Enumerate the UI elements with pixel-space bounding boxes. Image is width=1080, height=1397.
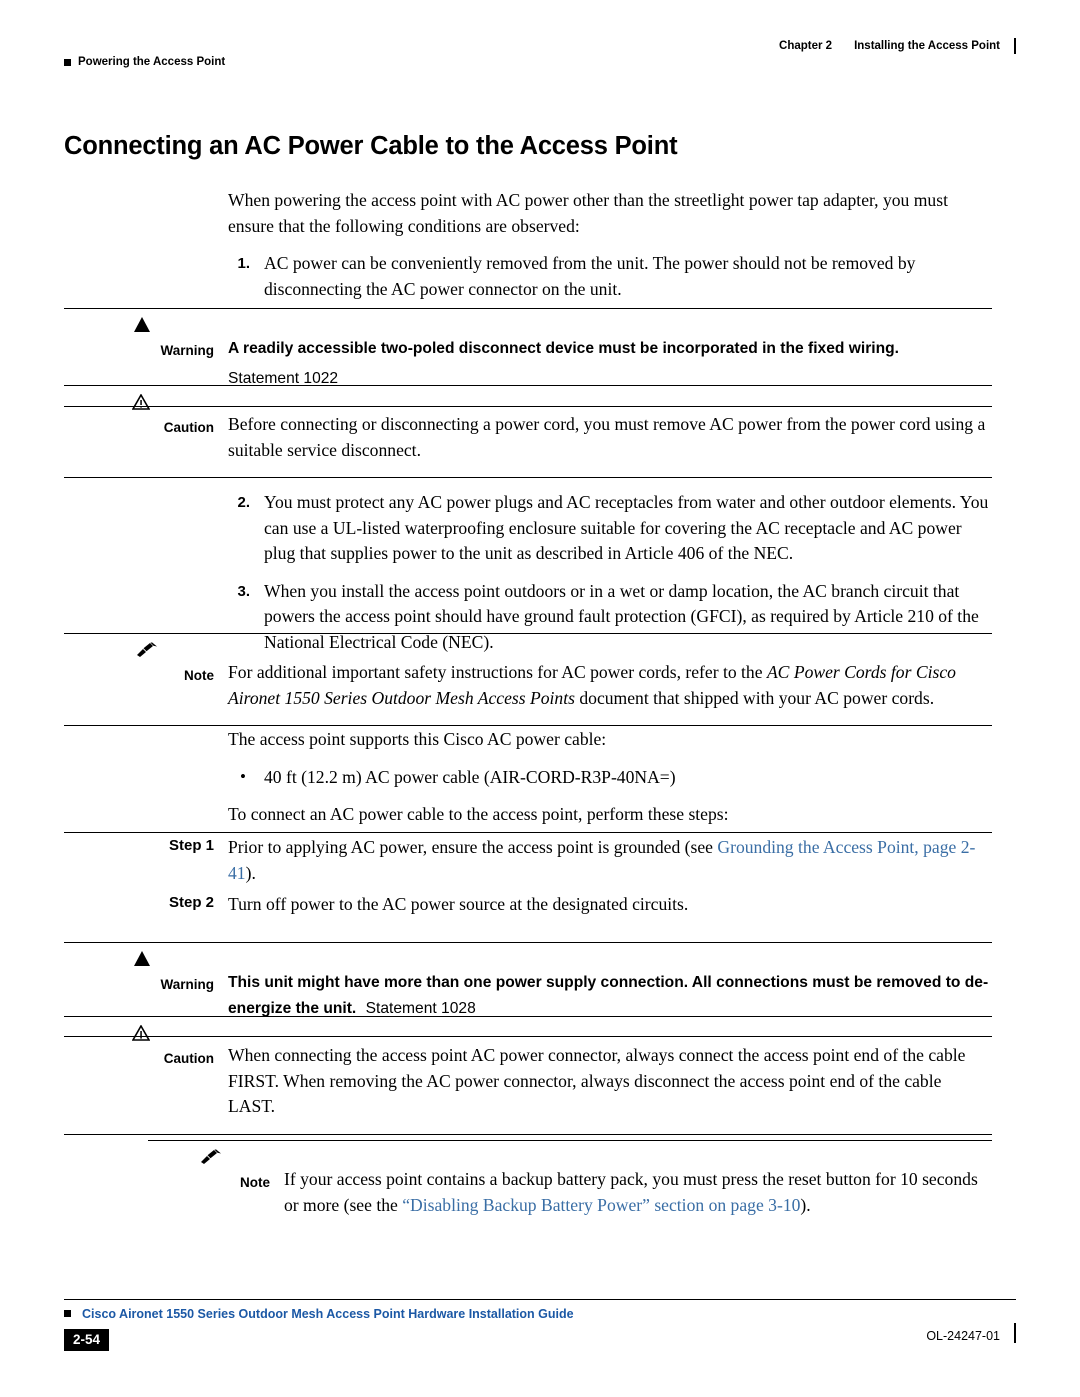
footer-doc-number: OL-24247-01 [926, 1329, 1000, 1343]
square-bullet-icon [64, 1310, 71, 1317]
footer-guide-title: Cisco Aironet 1550 Series Outdoor Mesh A… [82, 1307, 574, 1321]
caution-label: Caution [163, 1051, 214, 1066]
list-text: AC power can be conveniently removed fro… [264, 253, 916, 299]
note-pencil-icon [200, 1149, 222, 1165]
caution-text: Before connecting or disconnecting a pow… [228, 414, 986, 460]
footer-end-bar-icon [1014, 1323, 1016, 1343]
note-label: Note [240, 1175, 270, 1190]
connect-paragraph: To connect an AC power cable to the acce… [228, 804, 729, 824]
warning-text: A readily accessible two-poled disconnec… [228, 340, 899, 357]
cable-info-block: The access point supports this Cisco AC … [228, 727, 992, 828]
list-number: 2. [237, 494, 250, 511]
caution-block-1: Caution Before connecting or disconnecti… [64, 385, 992, 478]
note-block-2: Note If your access point contains a bac… [148, 1140, 992, 1232]
header-chapter-number: Chapter 2 [779, 40, 833, 52]
bullet-text: 40 ft (12.2 m) AC power cable (AIR-CORD-… [264, 766, 676, 787]
bullet-icon: • [240, 766, 246, 786]
header-left-text: Powering the Access Point [78, 56, 226, 68]
document-page: Powering the Access Point Chapter 2 Inst… [0, 0, 1080, 1397]
footer-page-number: 2-54 [64, 1329, 110, 1351]
caution-triangle-icon [132, 394, 150, 410]
step-text-part1: Prior to applying AC power, ensure the a… [228, 837, 718, 857]
page-title: Connecting an AC Power Cable to the Acce… [64, 132, 678, 160]
header-chapter-label: Chapter 2 Installing the Access Point [779, 38, 1016, 54]
divider [64, 477, 992, 478]
warning-text: This unit might have more than one power… [228, 974, 989, 1017]
step-text-part2: ). [245, 862, 256, 883]
warning-triangle-icon [134, 317, 150, 332]
divider [64, 1133, 992, 1135]
header-end-bar-icon [1014, 38, 1016, 54]
caution-label: Caution [163, 420, 214, 435]
note-text-part1: For additional important safety instruct… [228, 662, 767, 682]
note-text-part2: document that shipped with your AC power… [574, 687, 935, 708]
divider [64, 725, 992, 726]
warning-label: Warning [160, 343, 215, 358]
list-number: 3. [237, 582, 250, 600]
caution-text: When connecting the access point AC powe… [228, 1045, 966, 1116]
bullet-item: • 40 ft (12.2 m) AC power cable (AIR-COR… [228, 765, 992, 791]
intro-paragraph: When powering the access point with AC p… [228, 190, 948, 236]
note-label: Note [184, 668, 214, 683]
list-item: 1. AC power can be conveniently removed … [228, 251, 992, 302]
header-chapter-title: Installing the Access Point [854, 40, 1000, 52]
note-text-part2: ). [800, 1194, 811, 1215]
caution-block-2: Caution When connecting the access point… [64, 1016, 992, 1135]
note-block-1: Note For additional important safety ins… [64, 633, 992, 726]
divider [64, 1299, 1016, 1300]
header-section-label: Powering the Access Point [64, 56, 225, 68]
intro-block: When powering the access point with AC p… [228, 188, 992, 302]
battery-power-xref-link[interactable]: “Disabling Backup Battery Power” section… [402, 1195, 800, 1215]
warning-label: Warning [160, 977, 215, 992]
step-label: Step 1 [168, 837, 214, 854]
step-text: Turn off power to the AC power source at… [228, 894, 689, 914]
list-number: 1. [237, 255, 250, 272]
page-footer: Cisco Aironet 1550 Series Outdoor Mesh A… [64, 1299, 1016, 1351]
list-text: You must protect any AC power plugs and … [264, 492, 989, 563]
step-row-1: Step 1 Prior to applying AC power, ensur… [64, 832, 992, 896]
step-row-2: Step 2 Turn off power to the AC power so… [64, 890, 992, 928]
page-header: Powering the Access Point Chapter 2 Inst… [64, 38, 1016, 68]
warning-statement: Statement 1028 [365, 1000, 476, 1017]
step-label: Step 2 [168, 894, 214, 911]
supports-paragraph: The access point supports this Cisco AC … [228, 729, 607, 749]
warning-triangle-icon [134, 951, 150, 966]
caution-triangle-icon [132, 1025, 150, 1041]
list-block-2: 2. You must protect any AC power plugs a… [228, 490, 992, 655]
list-item: 2. You must protect any AC power plugs a… [228, 490, 992, 567]
square-bullet-icon [64, 58, 71, 66]
note-pencil-icon [136, 642, 158, 658]
